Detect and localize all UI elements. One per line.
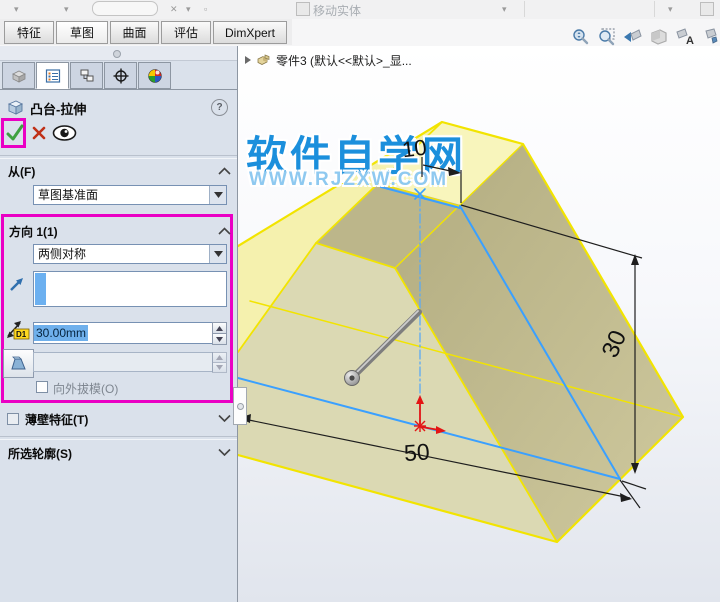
toolbar-separator	[524, 1, 525, 17]
tab-features[interactable]: 特征	[4, 21, 54, 44]
previous-view-icon[interactable]	[622, 27, 644, 47]
preview-eye-button[interactable]	[52, 125, 77, 141]
cancel-button[interactable]	[32, 126, 46, 140]
feature-manager-icon	[11, 70, 26, 83]
draft-icon	[10, 356, 26, 369]
command-toolbar-strip: ▾ ▾ ✕ ▾ ▫ 移动实体 ▾ ▾	[0, 0, 720, 19]
property-manager-panel: 凸台-拉伸 ? 从(F) 草图基准面 方向 1(1) 两侧对称 D1 30.00…	[0, 46, 238, 602]
display-manager-icon	[147, 68, 162, 83]
move-entities-label[interactable]: 移动实体	[313, 2, 361, 19]
tab-evaluate-label: 评估	[173, 26, 198, 40]
dimxpert-manager-icon	[113, 68, 128, 83]
from-collapse-chevron-icon[interactable]	[218, 167, 231, 175]
splitter-dot-icon	[236, 402, 244, 410]
section-separator	[0, 155, 237, 159]
section-separator	[0, 436, 237, 440]
selection-active-strip	[35, 273, 46, 305]
depth-spinner[interactable]	[212, 322, 227, 345]
dimension-top-width[interactable]: 10	[401, 135, 428, 163]
dropdown-arrow-icon	[209, 245, 226, 263]
reverse-direction-icon[interactable]	[8, 275, 26, 293]
draft-outward-label: 向外拔模(O)	[53, 382, 119, 396]
toolbar-dropdown-arrow-icon[interactable]: ▾	[64, 4, 69, 15]
property-manager-icon	[45, 68, 60, 83]
dimension-arrowheads	[239, 167, 639, 502]
dimension-annotations: 10 30 50	[238, 135, 647, 509]
panel-collapse-dot[interactable]	[113, 50, 121, 58]
toolbar-dropdown-arrow-icon[interactable]: ▾	[14, 4, 19, 15]
breadcrumb: 零件3 (默认<<默认>_显...	[244, 51, 412, 69]
tab-property-manager[interactable]	[36, 62, 69, 89]
dimension-base-width[interactable]: 50	[403, 438, 430, 466]
zoom-to-fit-icon[interactable]	[570, 27, 592, 47]
tab-features-label: 特征	[16, 26, 41, 40]
configuration-manager-icon	[80, 69, 93, 81]
from-section-label: 从(F)	[8, 165, 36, 179]
toolbar-dropdown-arrow-icon[interactable]: ▾	[186, 4, 191, 15]
thin-feature-checkbox[interactable]	[7, 413, 19, 425]
solidworks-window: ▾ ▾ ✕ ▾ ▫ 移动实体 ▾ ▾ 特征 草图 曲面 评估 DimXpert	[0, 0, 720, 602]
tab-dimxpert-manager[interactable]	[104, 62, 137, 89]
depth-value: 30.00mm	[34, 325, 89, 341]
draft-angle-spinner	[212, 352, 227, 373]
dimension-lines[interactable]	[238, 157, 647, 509]
end-condition-dropdown[interactable]: 两侧对称	[33, 244, 227, 264]
direction1-collapse-chevron-icon[interactable]	[218, 227, 231, 235]
selected-contours-expand-chevron-icon[interactable]	[218, 448, 231, 456]
thin-feature-label: 薄壁特征(T)	[25, 413, 89, 427]
direction1-highlight-box	[1, 214, 233, 403]
boss-extrude-icon	[7, 100, 24, 115]
panel-top-strip	[0, 46, 237, 61]
end-condition-value: 两侧对称	[38, 247, 87, 261]
dropdown-arrow-icon	[209, 186, 226, 204]
tab-feature-manager[interactable]	[2, 62, 35, 89]
from-dropdown-value: 草图基准面	[38, 188, 99, 202]
tab-dimxpert[interactable]: DimXpert	[213, 21, 287, 44]
tab-configuration-manager[interactable]	[70, 62, 103, 89]
toolbar-dropdown-arrow-icon[interactable]: ▾	[668, 4, 673, 15]
spinner-down-icon[interactable]	[212, 333, 227, 345]
panel-title: 凸台-拉伸	[30, 102, 87, 117]
section-view-icon[interactable]	[648, 27, 670, 47]
depth-d1-icon: D1	[7, 321, 30, 340]
depth-input[interactable]: 30.00mm	[33, 322, 213, 344]
toolbar-dropdown-arrow-icon[interactable]: ▾	[502, 4, 507, 15]
direction-selection-box[interactable]	[33, 271, 227, 307]
draft-outward-checkbox[interactable]	[36, 381, 48, 393]
tab-dimxpert-label: DimXpert	[224, 26, 275, 40]
direction1-section-label: 方向 1(1)	[9, 225, 58, 239]
part-icon	[257, 54, 270, 65]
panel-splitter-handle[interactable]	[233, 387, 247, 425]
selected-contours-label: 所选轮廓(S)	[8, 447, 72, 461]
ok-button[interactable]	[6, 123, 24, 143]
breadcrumb-part-name[interactable]: 零件3 (默认<<默认>_显...	[276, 52, 412, 69]
help-glyph: ?	[216, 102, 223, 113]
tab-surfaces[interactable]: 曲面	[110, 21, 159, 44]
toolbar-box-icon[interactable]: ▫	[204, 4, 207, 14]
svg-text:D1: D1	[16, 330, 27, 339]
toolbar-ghost-button[interactable]	[92, 1, 158, 16]
view-settings-icon[interactable]	[702, 27, 720, 47]
thin-feature-expand-chevron-icon[interactable]	[218, 414, 231, 422]
tab-surfaces-label: 曲面	[122, 26, 147, 40]
toolbar-separator	[654, 1, 655, 17]
tab-evaluate[interactable]: 评估	[161, 21, 211, 44]
zoom-to-area-icon[interactable]	[596, 27, 618, 47]
dimension-height[interactable]: 30	[597, 326, 633, 361]
tab-sketch-label: 草图	[69, 26, 94, 40]
move-entities-icon[interactable]	[296, 2, 310, 16]
tabbar-divider	[0, 89, 237, 90]
tab-sketch[interactable]: 草图	[56, 21, 108, 44]
tab-display-manager[interactable]	[138, 62, 171, 89]
tree-expand-icon[interactable]	[244, 55, 252, 65]
toolbar-ghost-button[interactable]	[700, 2, 714, 16]
from-dropdown[interactable]: 草图基准面	[33, 185, 227, 205]
toolbar-close-icon[interactable]: ✕	[170, 4, 178, 15]
help-button[interactable]: ?	[211, 99, 228, 116]
draft-button[interactable]	[3, 349, 34, 378]
hide-show-annotations-icon[interactable]: A	[674, 27, 696, 47]
draft-angle-input	[33, 352, 213, 372]
spinner-down-icon	[212, 362, 227, 373]
